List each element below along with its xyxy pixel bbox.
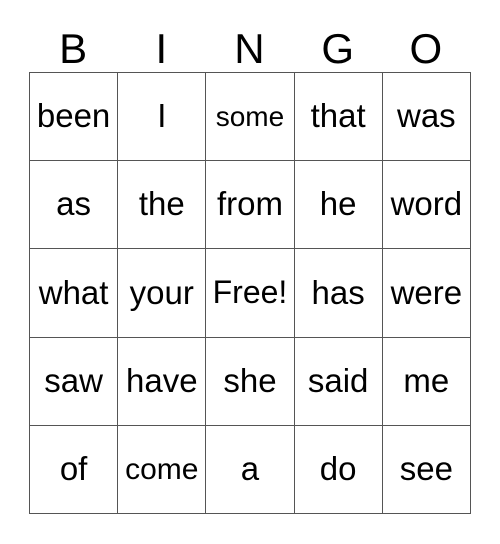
bingo-cell-b3[interactable]: what — [30, 249, 119, 338]
column-header-i: I — [155, 25, 168, 72]
bingo-cell-b1[interactable]: been — [30, 73, 119, 162]
bingo-cell-label: has — [311, 273, 365, 311]
bingo-cell-g4[interactable]: said — [294, 337, 383, 426]
bingo-cell-i5[interactable]: come — [118, 425, 207, 514]
bingo-cell-g5[interactable]: do — [294, 425, 383, 514]
bingo-cell-label: he — [319, 185, 357, 223]
bingo-cell-label: that — [310, 97, 366, 135]
bingo-row: of come a do see — [30, 425, 471, 514]
bingo-cell-label: she — [223, 361, 277, 399]
bingo-cell-label: what — [38, 273, 109, 311]
bingo-cell-i4[interactable]: have — [118, 337, 207, 426]
bingo-cell-o3[interactable]: were — [382, 249, 471, 338]
bingo-cell-n5[interactable]: a — [206, 425, 295, 514]
bingo-cell-i3[interactable]: your — [118, 249, 207, 338]
bingo-cell-label: some — [215, 100, 285, 132]
bingo-cell-n1[interactable]: some — [206, 73, 295, 162]
bingo-row: as the from he word — [30, 161, 471, 250]
bingo-cell-label: word — [390, 185, 463, 223]
column-header-b: B — [59, 25, 88, 72]
bingo-cell-label: me — [403, 361, 450, 399]
bingo-cell-label: was — [397, 97, 456, 135]
bingo-cell-i1[interactable]: I — [118, 73, 207, 162]
bingo-cell-label: have — [126, 361, 198, 399]
bingo-cell-label: see — [399, 450, 453, 488]
bingo-cell-label: the — [138, 185, 185, 223]
bingo-cell-n2[interactable]: from — [206, 161, 295, 250]
bingo-cell-label: a — [240, 450, 260, 488]
bingo-row: what your Free! has were — [30, 249, 471, 338]
bingo-cell-label: do — [319, 450, 357, 488]
bingo-cell-n4[interactable]: she — [206, 337, 295, 426]
bingo-cell-label: your — [129, 273, 194, 311]
bingo-row: saw have she said me — [30, 337, 471, 426]
bingo-cell-i2[interactable]: the — [118, 161, 207, 250]
column-header-o: O — [409, 25, 443, 72]
bingo-cell-g1[interactable]: that — [294, 73, 383, 162]
bingo-cell-o1[interactable]: was — [382, 73, 471, 162]
bingo-cell-b4[interactable]: saw — [30, 337, 119, 426]
bingo-cell-label: of — [59, 450, 88, 488]
bingo-grid: been I some that was as the from he word… — [29, 72, 471, 514]
free-space-label: Free! — [212, 274, 288, 311]
bingo-cell-b2[interactable]: as — [30, 161, 119, 250]
bingo-cell-label: been — [36, 97, 111, 135]
bingo-cell-o4[interactable]: me — [382, 337, 471, 426]
bingo-row: been I some that was — [30, 73, 471, 162]
bingo-cell-b5[interactable]: of — [30, 425, 119, 514]
bingo-card: B I N G O been I some that was as the fr… — [29, 14, 471, 514]
column-header-g: G — [321, 25, 354, 72]
column-header-n: N — [234, 25, 265, 72]
bingo-cell-label: as — [56, 185, 92, 223]
bingo-cell-g2[interactable]: he — [294, 161, 383, 250]
bingo-cell-g3[interactable]: has — [294, 249, 383, 338]
bingo-cell-label: said — [307, 361, 369, 399]
bingo-header: B I N G O — [29, 14, 471, 72]
bingo-cell-free-space[interactable]: Free! — [206, 249, 295, 338]
bingo-cell-o2[interactable]: word — [382, 161, 471, 250]
bingo-cell-label: I — [157, 97, 167, 135]
bingo-cell-label: saw — [44, 361, 103, 399]
bingo-cell-label: were — [390, 273, 463, 311]
bingo-cell-label: from — [216, 185, 283, 223]
bingo-cell-o5[interactable]: see — [382, 425, 471, 514]
bingo-cell-label: come — [125, 452, 199, 486]
